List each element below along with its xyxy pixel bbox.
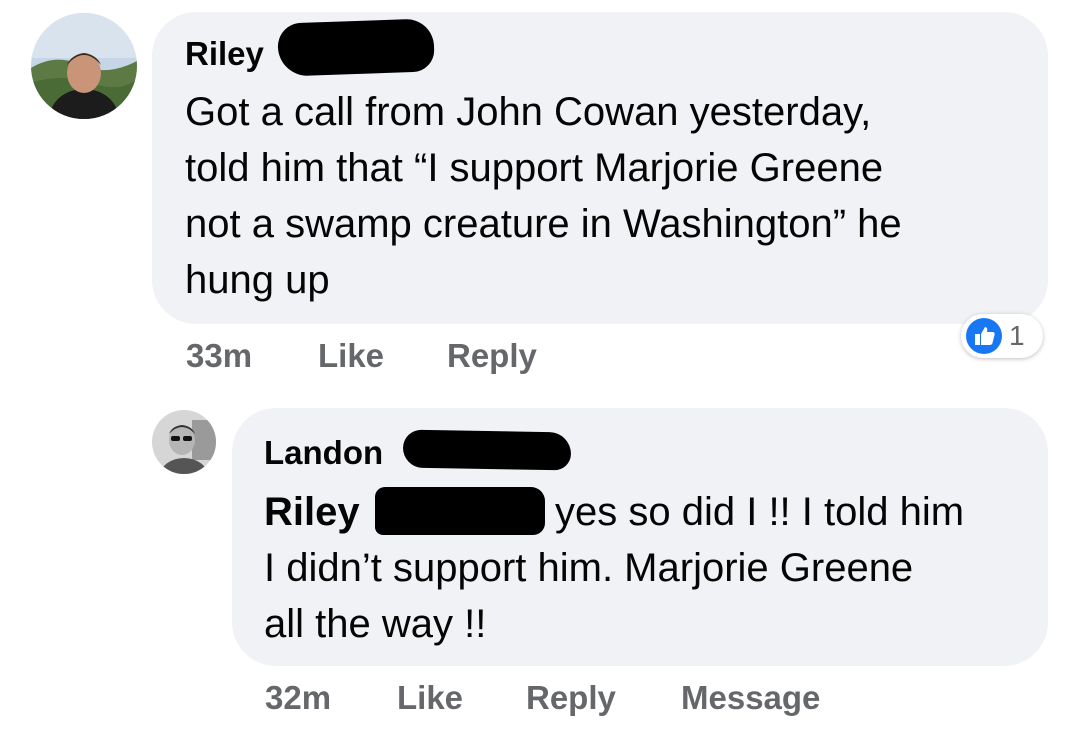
reaction-count: 1 <box>1009 320 1025 351</box>
message-button[interactable]: Message <box>681 678 820 718</box>
reply-button[interactable]: Reply <box>526 678 616 718</box>
comment-text-line: hung up <box>185 258 330 302</box>
reply-text-line: all the way !! <box>264 602 487 646</box>
comment-author-name[interactable]: Riley <box>185 34 264 74</box>
redacted-surname <box>277 18 435 77</box>
comment-text-line: told him that “I support Marjorie Greene <box>185 146 884 190</box>
redacted-surname <box>402 429 572 471</box>
like-icon <box>966 318 1002 354</box>
like-button[interactable]: Like <box>318 336 384 376</box>
reply-timestamp[interactable]: 32m <box>265 678 331 718</box>
reply-text-line: yes so did I !! I told him <box>555 490 965 534</box>
reaction-summary[interactable]: 1 <box>961 314 1043 358</box>
avatar-photo <box>152 410 216 474</box>
like-button[interactable]: Like <box>397 678 463 718</box>
comment-timestamp[interactable]: 33m <box>186 336 252 376</box>
avatar-landon[interactable] <box>152 410 216 474</box>
reply-author-name[interactable]: Landon <box>264 433 383 473</box>
comment-text-line: Got a call from John Cowan yesterday, <box>185 90 872 134</box>
reply-mention[interactable]: Riley <box>264 488 360 536</box>
redacted-mention-surname <box>375 487 545 535</box>
avatar-photo <box>31 13 137 119</box>
reply-text-line: I didn’t support him. Marjorie Greene <box>264 546 914 590</box>
comment-text-line: not a swamp creature in Washington” he <box>185 202 902 246</box>
reply-button[interactable]: Reply <box>447 336 537 376</box>
avatar-riley[interactable] <box>31 13 137 119</box>
